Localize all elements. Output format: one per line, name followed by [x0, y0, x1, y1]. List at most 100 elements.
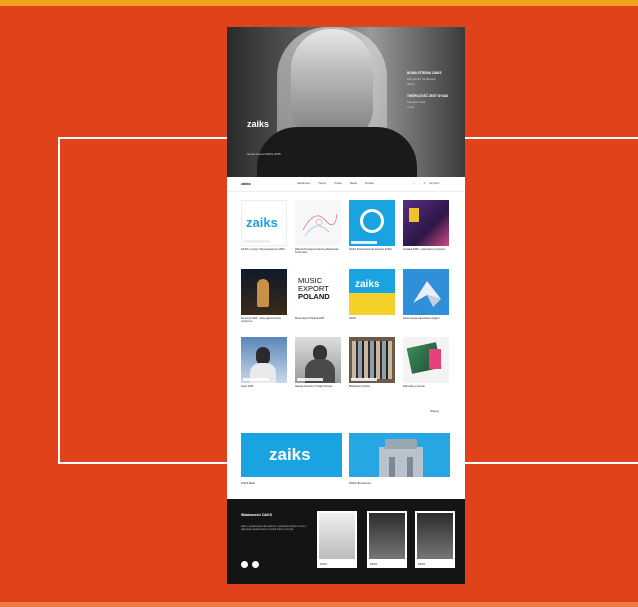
top-accent-bar	[0, 0, 638, 6]
hero-side-heading-1: NOWA STRONA ZAIKS	[407, 71, 442, 75]
nav-links: Aktualności Twórcy Prawa Media Kontakt	[297, 182, 374, 185]
poster-image	[369, 513, 405, 559]
card-thumbnail	[349, 337, 395, 383]
hero-side-text-1: Dla twórców i wydawców	[407, 78, 436, 81]
card-thumbnail	[241, 337, 287, 383]
news-card[interactable]: Warsztaty w terenie	[403, 337, 449, 388]
poster-shape	[409, 208, 419, 222]
card-title: ZAiKS	[349, 317, 357, 320]
banner-title: ZAiKS Bank	[241, 482, 255, 485]
more-link[interactable]: Więcej	[430, 409, 439, 413]
social-icon[interactable]	[241, 561, 248, 568]
hero-side-heading-2: TWÓRCZOŚĆ JEST W NAS	[407, 94, 449, 98]
circle-logo	[360, 209, 384, 233]
music-export-line: POLAND	[298, 292, 330, 301]
card-title: Autor 2025	[241, 385, 254, 388]
user-icon[interactable]: ◦	[419, 181, 420, 185]
banner-logo: zaiks	[269, 445, 311, 464]
nav-link[interactable]: Kontakt	[365, 182, 374, 185]
news-card[interactable]: Festiwal 2025 - nowi twórcy i koncerty	[403, 200, 449, 251]
news-card[interactable]: Koncerty 2025 - nowe gala koncerty muzyc…	[241, 269, 287, 323]
hero-side-panel: NOWA STRONA ZAIKS Dla twórców i wydawców…	[407, 71, 459, 111]
magazine-poster[interactable]: ZAIKS	[367, 511, 407, 568]
zaiks-logo: zaiks	[355, 279, 380, 290]
hero-side-link-2[interactable]: Czytaj	[407, 106, 459, 109]
search-icon[interactable]: ⌕	[413, 181, 415, 185]
hero-section: zaiks Nowa strona ZAiKS 2025 NOWA STRONA…	[227, 27, 465, 177]
magazine-poster[interactable]: ZAIKS	[415, 511, 455, 568]
card-title: Nowa edycja warsztatów origami	[403, 317, 440, 320]
news-card[interactable]: Skarga Autorów w Twojej Obronie	[295, 337, 341, 388]
banner-title: ZAiKS dla twórców	[349, 482, 371, 485]
news-card[interactable]: zaiks ZAiKS	[349, 269, 395, 320]
hero-caption: Nowa strona ZAiKS 2025	[247, 152, 281, 156]
poster-caption: ZAIKS	[320, 563, 327, 566]
card-thumbnail	[241, 269, 287, 315]
card-thumbnail: zaiks	[241, 200, 287, 246]
card-title: ZAiKS w nowym Streamingowym 2025 r.	[241, 248, 287, 251]
menu-icon[interactable]: ≡	[424, 181, 426, 185]
hero-coat	[257, 127, 417, 177]
footer-title: Wiadomości ZAiKS	[241, 513, 273, 517]
card-thumbnail	[403, 337, 449, 383]
nav-icons: ⌕ ◦ ≡ English	[413, 181, 439, 185]
site-nav: zaiks Aktualności Twórcy Prawa Media Kon…	[227, 177, 465, 192]
card-title: Warsztaty w terenie	[403, 385, 425, 388]
website-preview: zaiks Nowa strona ZAiKS 2025 NOWA STRONA…	[227, 27, 465, 584]
card-tag	[243, 378, 269, 381]
hero-logo: zaiks	[247, 119, 270, 129]
nav-link[interactable]: Twórcy	[318, 182, 326, 185]
news-card[interactable]: Nowa edycja warsztatów origami	[403, 269, 449, 320]
shelves-image	[352, 341, 392, 379]
social-icon[interactable]	[252, 561, 259, 568]
news-card[interactable]: zaiks ZAiKS w nowym Streamingowym 2025 r…	[241, 200, 287, 251]
hero-portrait	[291, 29, 373, 139]
zaiks-logo: zaiks	[246, 215, 278, 230]
card-thumbnail	[403, 200, 449, 246]
monument-illustration	[349, 433, 450, 477]
card-title: Wideoinformacja Funduszu Wspierania Twór…	[295, 248, 339, 255]
figure-shape	[257, 279, 269, 307]
card-tag	[297, 378, 323, 381]
yellow-band	[349, 293, 395, 315]
promo-banner[interactable]: zaiks	[241, 433, 342, 477]
card-title: Koncerty 2025 - nowe gala koncerty muzyc…	[241, 317, 281, 324]
news-card[interactable]: MUSIC EXPORT POLAND Music Export Poland …	[295, 269, 341, 320]
card-title: Biblioteka Cyfrowa	[349, 385, 370, 388]
nav-link[interactable]: Aktualności	[297, 182, 310, 185]
nav-link[interactable]: Media	[350, 182, 357, 185]
card-title: Festiwal 2025 - nowi twórcy i koncerty	[403, 248, 446, 251]
music-export-logo: MUSIC EXPORT POLAND	[298, 277, 330, 301]
card-tag	[244, 240, 270, 243]
card-title: ZAiKS Stowarzyszenie Autorów ZAiKS	[349, 248, 392, 251]
card-tag	[351, 241, 377, 244]
hero-side-link-1[interactable]: Więcej →	[407, 83, 459, 86]
hero-side-text-2: Kampania 2025	[407, 101, 426, 104]
poster-caption: ZAIKS	[370, 563, 377, 566]
sketch-illustration	[302, 213, 338, 237]
nav-logo[interactable]: zaiks	[241, 181, 251, 186]
card-thumbnail: MUSIC EXPORT POLAND	[295, 269, 341, 315]
magazine-poster[interactable]: ZAIKS	[317, 511, 357, 568]
news-card[interactable]: Wideoinformacja Funduszu Wspierania Twór…	[295, 200, 341, 254]
news-card[interactable]: Biblioteka Cyfrowa	[349, 337, 395, 388]
bottom-accent-bar	[0, 602, 638, 607]
card-thumbnail	[349, 200, 395, 246]
card-tag	[351, 378, 377, 381]
book-accent	[429, 349, 441, 369]
language-switch[interactable]: English	[430, 181, 440, 185]
card-thumbnail	[403, 269, 449, 315]
poster-image	[417, 513, 453, 559]
poster-image	[319, 513, 355, 559]
card-title: Music Export Poland 2025	[295, 317, 325, 320]
news-card[interactable]: Autor 2025	[241, 337, 287, 388]
news-card[interactable]: ZAiKS Stowarzyszenie Autorów ZAiKS	[349, 200, 395, 251]
card-thumbnail	[295, 200, 341, 246]
card-thumbnail: zaiks	[349, 269, 395, 315]
card-title: Skarga Autorów w Twojej Obronie	[295, 385, 333, 388]
nav-link[interactable]: Prawa	[334, 182, 341, 185]
poster-caption: ZAIKS	[418, 563, 425, 566]
paper-bird-illustration	[413, 281, 441, 307]
footer-section: Wiadomości ZAiKS Nasze wydawnictwo dla t…	[227, 499, 465, 584]
promo-banner[interactable]	[349, 433, 450, 477]
